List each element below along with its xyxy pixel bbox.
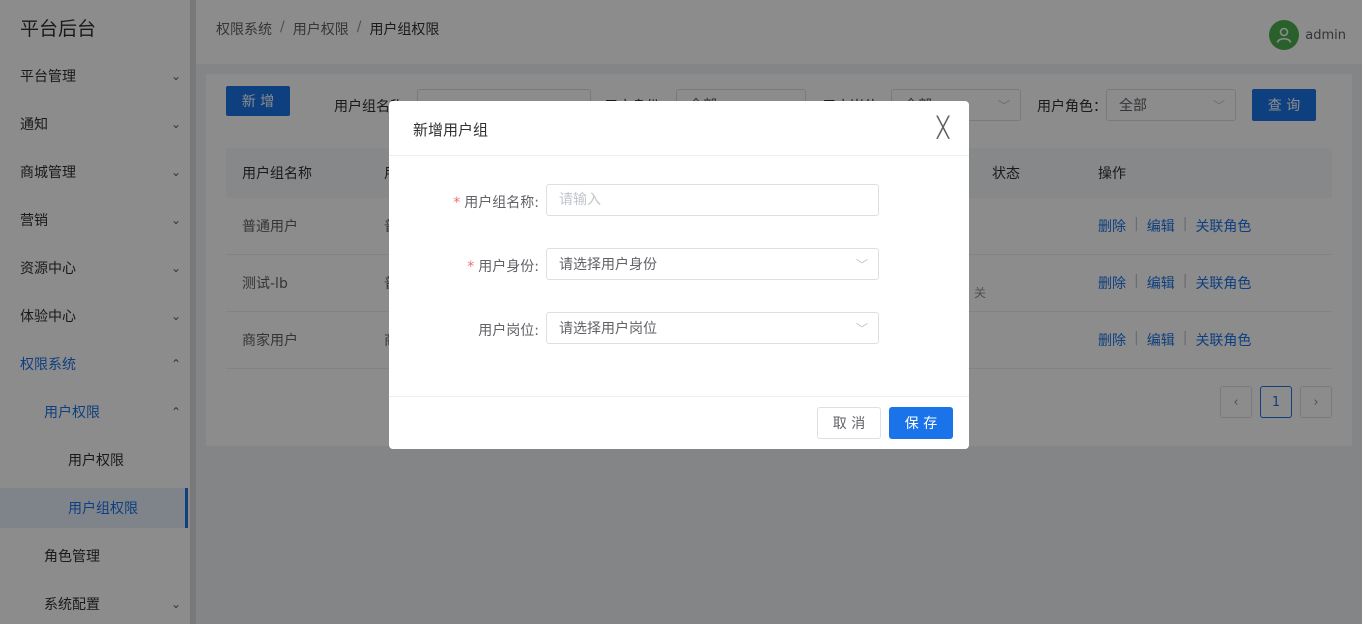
field-label-text: 用户组名称:	[464, 195, 539, 211]
save-button[interactable]: 保 存	[889, 407, 953, 439]
required-mark: *	[467, 259, 475, 275]
dialog-title: 新增用户组	[413, 121, 489, 139]
dialog-header-divider	[389, 155, 969, 156]
field-label-group-name: * 用户组名称:	[453, 192, 539, 212]
identity-select[interactable]: 请选择用户身份 ﹀	[546, 248, 879, 280]
field-label-position: 用户岗位:	[474, 320, 539, 340]
position-select[interactable]: 请选择用户岗位 ﹀	[546, 312, 879, 344]
cancel-button[interactable]: 取 消	[817, 407, 881, 439]
dialog-footer-divider	[389, 396, 969, 397]
required-mark: *	[453, 195, 461, 211]
chevron-down-icon: ﹀	[855, 322, 868, 336]
position-select-placeholder: 请选择用户岗位	[559, 321, 657, 337]
group-name-input[interactable]	[546, 184, 879, 216]
field-label-text: 用户岗位:	[478, 323, 539, 339]
close-icon[interactable]: ╳	[937, 117, 949, 137]
add-usergroup-dialog: 新增用户组 ╳ *用户组名称: *用户身份: 请选择用户身份 ﹀ 用户岗位: 请…	[389, 101, 969, 449]
identity-select-placeholder: 请选择用户身份	[559, 257, 657, 273]
chevron-down-icon: ﹀	[855, 258, 868, 272]
field-label-identity: * 用户身份:	[467, 256, 539, 276]
field-label-text: 用户身份:	[478, 259, 539, 275]
